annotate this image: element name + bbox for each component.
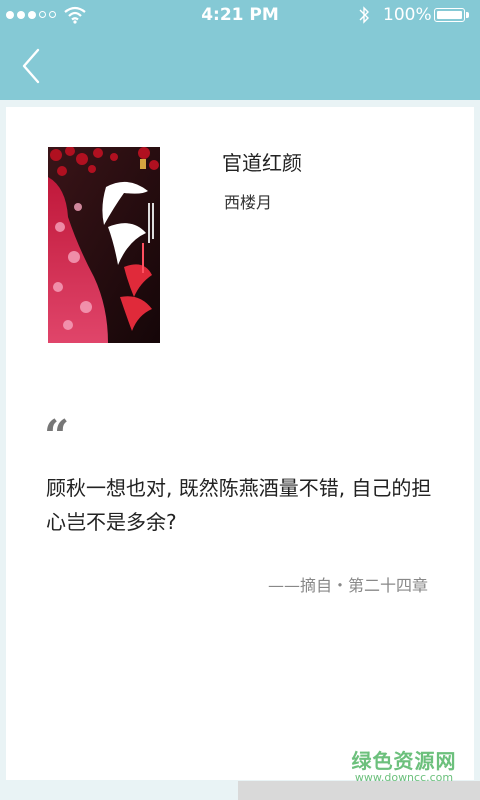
back-button[interactable] — [16, 46, 46, 86]
header-bar: 4:21 PM 100% — [0, 0, 480, 100]
battery-percentage: 100% — [383, 5, 432, 25]
battery-icon — [434, 8, 465, 22]
bluetooth-icon — [359, 6, 369, 24]
quote-mark-icon: “ — [44, 411, 70, 462]
excerpt-source: ——摘自・第二十四章 — [267, 576, 428, 595]
watermark-logo: 绿色资源网 www.downcc.com — [346, 750, 462, 784]
watermark-url: www.downcc.com — [354, 771, 454, 784]
watermark-name: 绿色资源网 — [351, 749, 457, 773]
battery-tip — [466, 12, 469, 18]
excerpt-text: 顾秋一想也对, 既然陈燕酒量不错, 自己的担心岂不是多余? — [46, 476, 432, 534]
book-cover-image[interactable] — [48, 147, 160, 343]
status-bar: 4:21 PM 100% — [0, 0, 480, 30]
excerpt-card: 官道红颜 西楼月 “ 顾秋一想也对, 既然陈燕酒量不错, 自己的担心岂不是多余?… — [6, 107, 474, 780]
book-title[interactable]: 官道红颜 — [222, 147, 302, 176]
book-author[interactable]: 西楼月 — [224, 189, 272, 213]
